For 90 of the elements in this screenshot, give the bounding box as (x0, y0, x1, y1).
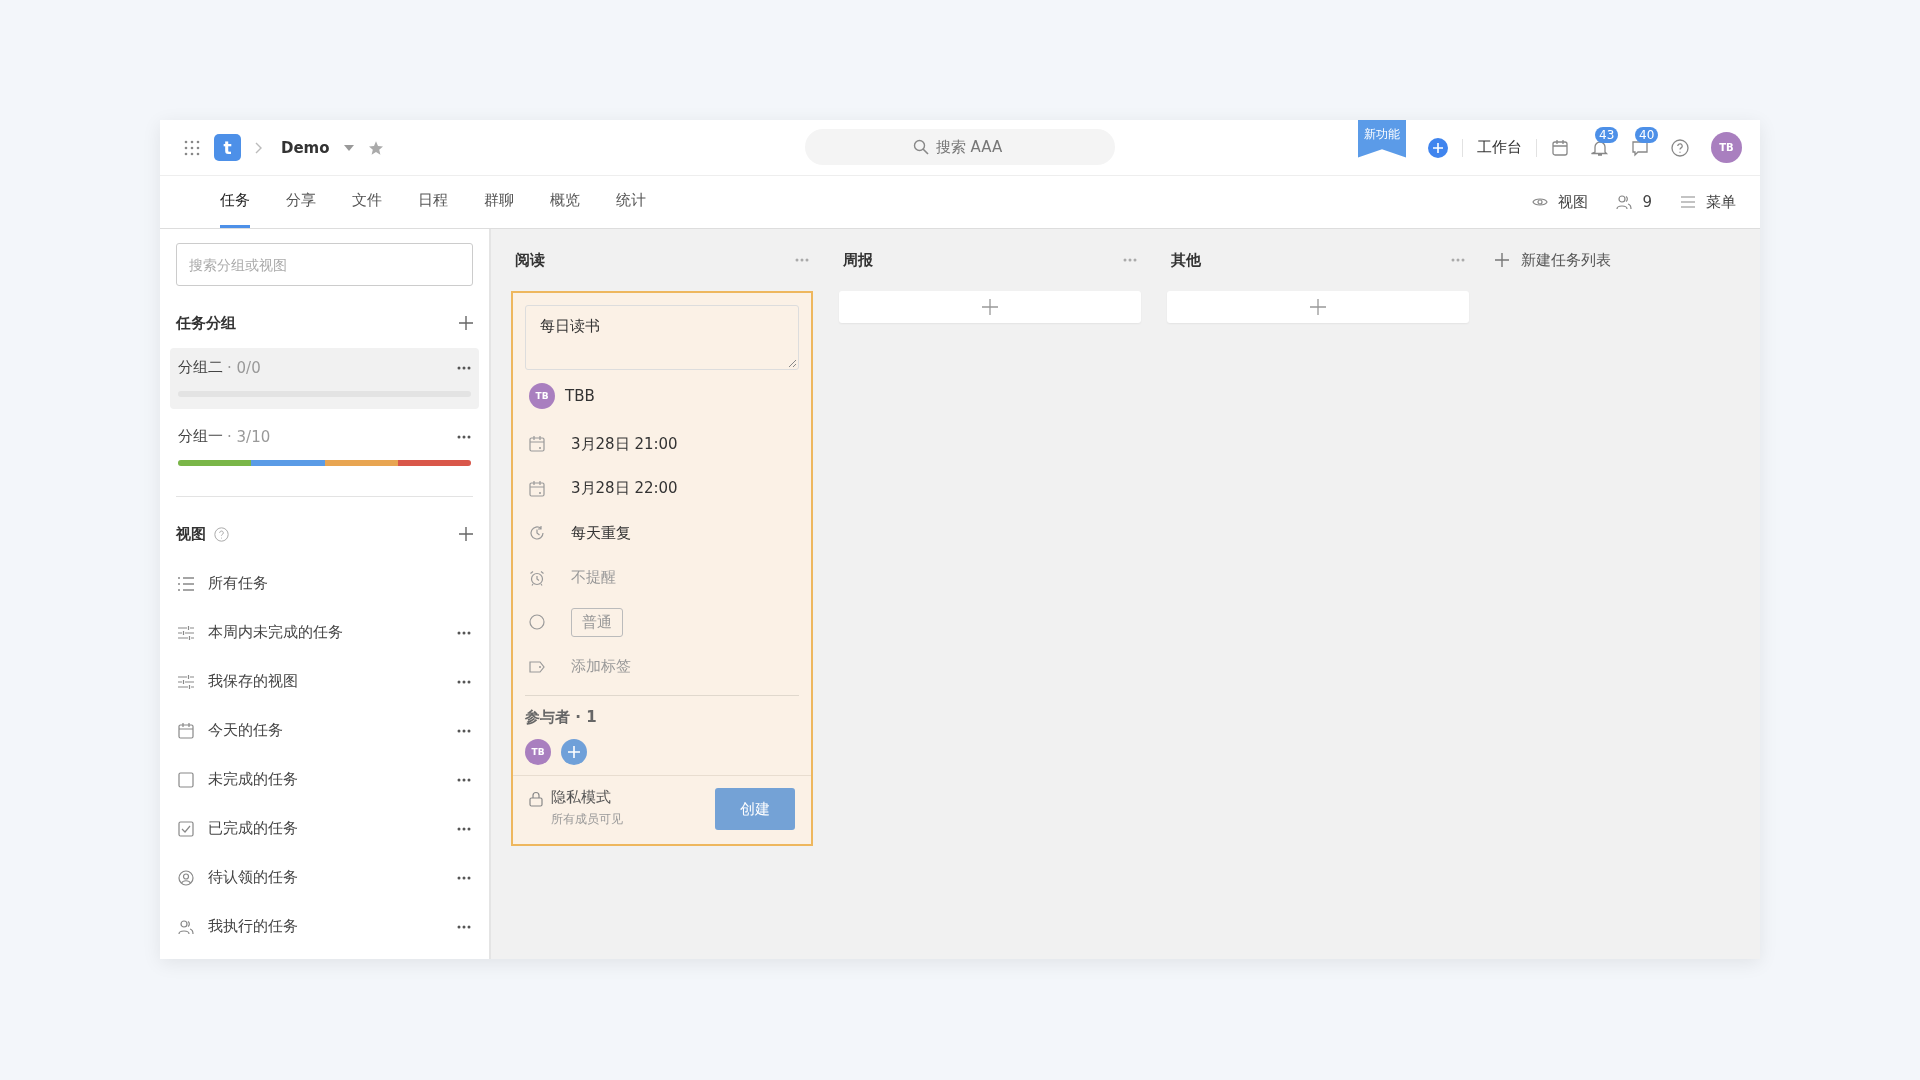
menu-icon[interactable] (1680, 196, 1696, 208)
resize-grip-icon[interactable] (788, 359, 796, 367)
help-icon[interactable] (214, 526, 229, 542)
tag-icon (529, 659, 545, 674)
view-item[interactable]: 本周内未完成的任务 (208, 623, 343, 642)
tab[interactable]: 日程 (418, 176, 448, 228)
alarm-clock-icon (529, 569, 545, 586)
new-list-link[interactable]: 新建任务列表 (1521, 250, 1611, 270)
field-value[interactable]: 每天重复 (571, 523, 631, 543)
star-icon[interactable] (367, 139, 384, 156)
message-count: 40 (1635, 126, 1659, 143)
more-icon[interactable] (457, 777, 471, 782)
list-icon (178, 576, 194, 591)
group-item[interactable]: 分组二 · 0/0 (170, 348, 479, 409)
privacy-note: 所有成员可见 (551, 811, 624, 828)
tab[interactable]: 任务 (220, 176, 250, 228)
project-name[interactable]: Demo (281, 138, 330, 157)
sliders-icon (178, 674, 194, 689)
view-item[interactable]: 我保存的视图 (208, 672, 298, 691)
group-item[interactable]: 分组一 · 3/10 (170, 417, 479, 478)
tab[interactable]: 文件 (352, 176, 382, 228)
member-count[interactable]: 9 (1642, 193, 1652, 211)
group-count: · 0/0 (227, 358, 261, 377)
tab[interactable]: 群聊 (484, 176, 514, 228)
calendar-icon (178, 722, 194, 739)
chevron-right-icon (255, 141, 263, 154)
list-title: 其他 (1171, 250, 1201, 270)
calendar-icon (529, 436, 545, 453)
field-value[interactable]: 3月28日 22:00 (571, 479, 678, 499)
more-icon[interactable] (457, 365, 471, 370)
more-icon[interactable] (457, 924, 471, 929)
view-item[interactable]: 未完成的任务 (208, 770, 298, 789)
caret-down-icon[interactable] (343, 144, 354, 151)
section-title: 视图 (176, 524, 206, 544)
clock-icon (529, 525, 545, 542)
view-item[interactable]: 待认领的任务 (208, 868, 298, 887)
more-icon[interactable] (457, 728, 471, 733)
more-icon[interactable] (457, 679, 471, 684)
apps-grid-icon[interactable] (184, 139, 200, 156)
user-circle-icon (178, 869, 194, 886)
search-field[interactable]: 搜索分组或视图 (176, 243, 473, 286)
field-value[interactable]: 3月28日 21:00 (571, 434, 678, 454)
participants-title: 参与者 · 1 (525, 708, 598, 727)
sliders-icon (178, 625, 194, 640)
notification-count: 43 (1595, 126, 1619, 143)
help-icon[interactable] (1671, 138, 1689, 157)
more-icon[interactable] (457, 875, 471, 880)
group-count: · 3/10 (227, 427, 271, 446)
view-item[interactable]: 今天的任务 (208, 721, 283, 740)
calendar-icon (529, 480, 545, 497)
chat-bubble-icon[interactable] (1631, 138, 1649, 157)
eye-icon[interactable] (1532, 196, 1549, 208)
more-icon[interactable] (457, 826, 471, 831)
people-icon (178, 918, 194, 935)
add-button[interactable] (1428, 137, 1448, 158)
plus-icon (568, 746, 580, 758)
plus-icon (982, 299, 998, 315)
people-icon[interactable] (1616, 194, 1633, 210)
checkbox-icon (178, 771, 194, 788)
tab[interactable]: 概览 (550, 176, 580, 228)
list-title: 周报 (843, 250, 873, 270)
plus-icon (1433, 142, 1443, 153)
list-title: 阅读 (515, 250, 545, 270)
plus-icon (1310, 299, 1326, 315)
assignee-name[interactable]: TBB (565, 387, 595, 405)
tab[interactable]: 分享 (286, 176, 316, 228)
workbench-link[interactable]: 工作台 (1477, 138, 1522, 157)
more-icon[interactable] (457, 630, 471, 635)
task-title-field[interactable]: 每日读书 (525, 305, 799, 370)
tab[interactable]: 统计 (616, 176, 646, 228)
checked-box-icon (178, 820, 194, 837)
group-name: 分组二 (178, 358, 223, 377)
more-icon[interactable] (457, 434, 471, 439)
search-field[interactable]: 搜索 AAA (805, 129, 1115, 165)
group-name: 分组一 (178, 427, 223, 446)
task-title-text: 每日读书 (540, 317, 600, 335)
view-label[interactable]: 视图 (1558, 192, 1589, 212)
view-item[interactable]: 我执行的任务 (208, 917, 298, 936)
section-title: 任务分组 (176, 313, 236, 333)
view-item[interactable]: 已完成的任务 (208, 819, 298, 838)
plus-icon[interactable] (459, 527, 473, 541)
menu-label[interactable]: 菜单 (1706, 192, 1736, 212)
circle-icon (529, 614, 545, 631)
privacy-mode-label[interactable]: 隐私模式 (551, 788, 707, 807)
add-participant-button[interactable] (561, 739, 587, 765)
lock-icon (529, 791, 543, 807)
plus-icon[interactable] (1495, 253, 1509, 267)
view-item[interactable]: 所有任务 (208, 574, 268, 593)
plus-icon[interactable] (459, 316, 473, 330)
calendar-icon[interactable] (1551, 138, 1569, 157)
